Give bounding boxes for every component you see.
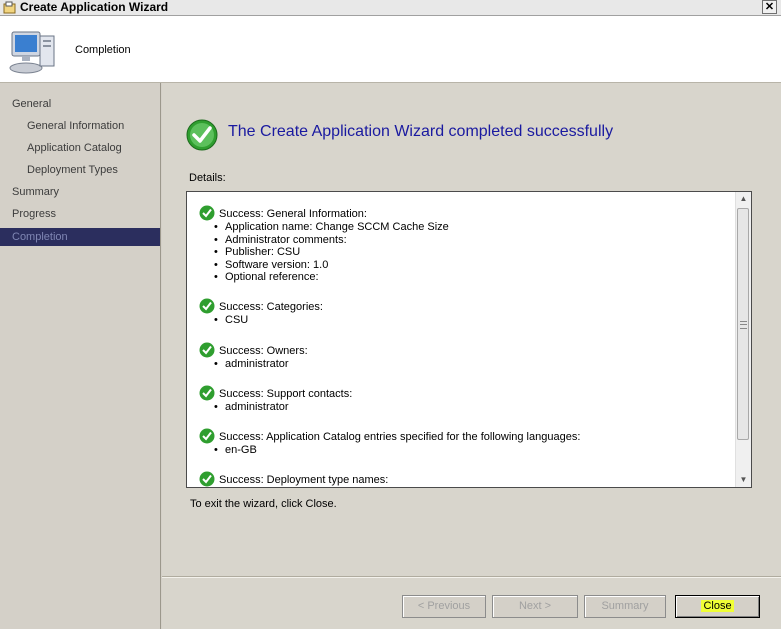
header-title: Completion [75, 44, 131, 56]
sidebar-item-progress: Progress [12, 208, 57, 220]
list-item: Administrator comments: [213, 234, 449, 247]
title-bar: Create Application Wizard ✕ [0, 0, 781, 16]
list-item: Application name: Change SCCM Cache Size [213, 221, 449, 234]
wizard-header: Completion [0, 16, 781, 83]
scrollbar-thumb[interactable] [737, 208, 749, 440]
success-check-icon [199, 428, 215, 444]
list-item: administrator [213, 401, 289, 414]
summary-button[interactable]: Summary [584, 595, 666, 618]
sidebar-item-completion: Completion [0, 228, 160, 246]
list-item: administrator [213, 358, 289, 371]
details-label: Details: [189, 172, 226, 184]
details-scrollbar[interactable]: ▲ ▼ [735, 192, 751, 487]
wizard-app-icon [3, 1, 16, 14]
list-item: Publisher: CSU [213, 246, 449, 259]
scroll-up-arrow-icon[interactable]: ▲ [736, 192, 751, 206]
section-list: administrator [213, 401, 289, 414]
close-button-label: Close [701, 600, 734, 612]
exit-instruction: To exit the wizard, click Close. [190, 498, 337, 510]
scroll-down-arrow-icon[interactable]: ▼ [736, 473, 751, 487]
section-title: Success: General Information: [219, 208, 367, 220]
list-item: en-GB [213, 444, 257, 457]
sidebar-item-deployment-types: Deployment Types [27, 164, 118, 176]
success-check-icon [199, 471, 215, 487]
section-list: Application name: Change SCCM Cache Size… [213, 221, 449, 284]
list-item: Software version: 1.0 [213, 259, 449, 272]
sidebar-item-general: General [12, 98, 52, 110]
section-list: CSU [213, 314, 248, 327]
success-check-icon [199, 298, 215, 314]
window-close-button[interactable]: ✕ [762, 0, 777, 14]
section-list: en-GB [213, 444, 257, 457]
wizard-steps-sidebar: General General Information Application … [0, 83, 161, 629]
sidebar-item-general-information: General Information [27, 120, 125, 132]
success-check-icon [199, 385, 215, 401]
sidebar-item-summary: Summary [12, 186, 60, 198]
close-button[interactable]: Close [675, 595, 760, 618]
section-title: Success: Categories: [219, 301, 323, 313]
section-title: Success: Support contacts: [219, 388, 353, 400]
previous-button[interactable]: < Previous [402, 595, 486, 618]
sidebar-item-application-catalog: Application Catalog [27, 142, 122, 154]
list-item: Optional reference: [213, 271, 449, 284]
completion-heading: The Create Application Wizard completed … [228, 123, 614, 140]
window-title: Create Application Wizard [20, 0, 169, 14]
details-content: Success: General Information: Applicatio… [187, 192, 735, 487]
section-title: Success: Application Catalog entries spe… [219, 431, 581, 443]
section-list: administrator [213, 358, 289, 371]
success-check-icon [199, 205, 215, 221]
details-textbox[interactable]: Success: General Information: Applicatio… [186, 191, 752, 488]
section-title: Success: Owners: [219, 345, 308, 357]
list-item: CSU [213, 314, 248, 327]
success-check-icon [186, 119, 218, 151]
grip-icon [740, 321, 747, 329]
success-check-icon [199, 342, 215, 358]
next-button[interactable]: Next > [492, 595, 578, 618]
computer-icon [9, 31, 55, 74]
main-panel: The Create Application Wizard completed … [162, 83, 781, 629]
footer-divider [162, 576, 781, 578]
section-title: Success: Deployment type names: [219, 474, 389, 486]
